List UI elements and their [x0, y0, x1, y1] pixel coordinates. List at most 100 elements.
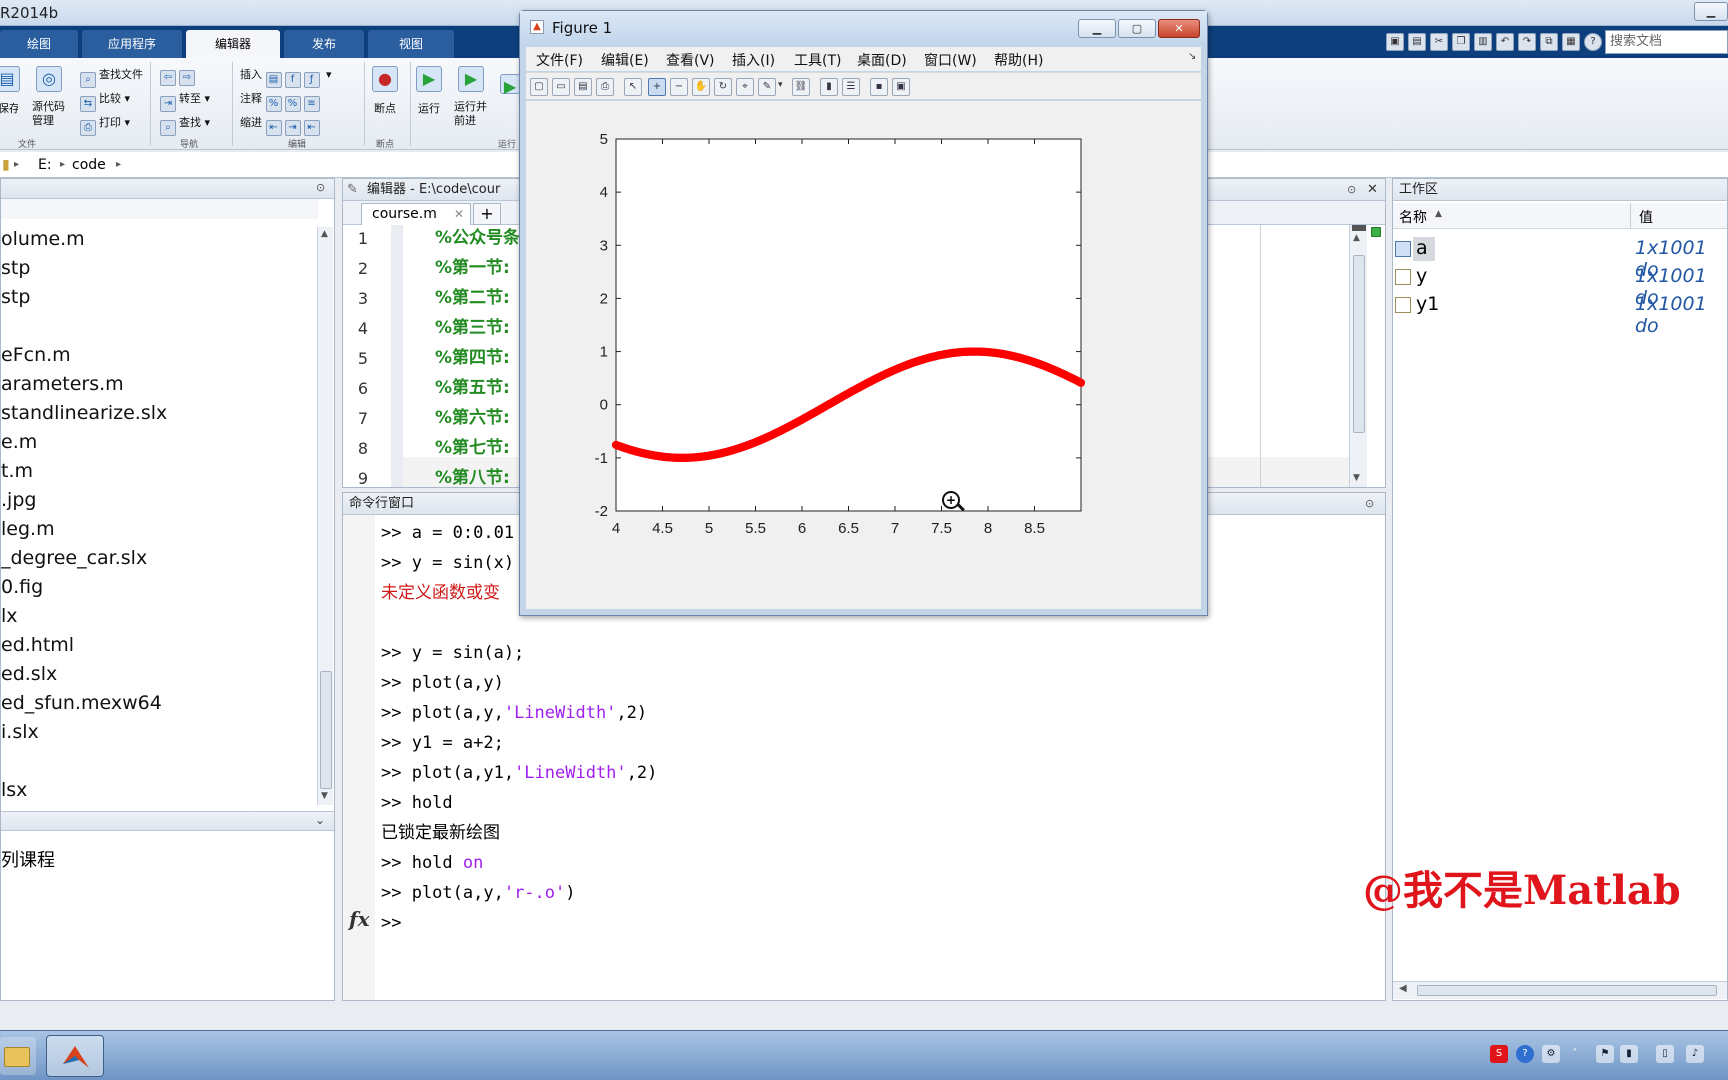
list-item[interactable]: i.slx [1, 721, 39, 743]
network-icon[interactable]: ▮ [1620, 1045, 1638, 1063]
flag-icon[interactable]: ⚑ [1596, 1045, 1614, 1063]
list-item[interactable]: _degree_car.slx [1, 547, 147, 569]
scroll-left-icon[interactable]: ◀ [1399, 983, 1407, 994]
undo-icon[interactable]: ↶ [1496, 33, 1514, 51]
save-label[interactable]: 保存 [0, 100, 18, 116]
scroll-up-icon[interactable]: ▲ [1353, 233, 1360, 243]
table-row[interactable]: y 1x1001 do [1393, 263, 1727, 309]
list-item[interactable]: stp [1, 286, 30, 308]
source-control-button[interactable]: 源代码 管理 [32, 100, 65, 128]
menu-window[interactable]: 窗口(W) [924, 50, 977, 70]
copy-icon[interactable]: ❐ [1452, 33, 1470, 51]
redo-icon[interactable]: ↷ [1518, 33, 1536, 51]
menu-file[interactable]: 文件(F) [536, 50, 583, 70]
paste-icon[interactable]: ▥ [1474, 33, 1492, 51]
list-item[interactable]: ed.slx [1, 663, 57, 685]
switch-windows-icon[interactable]: ⧉ [1540, 33, 1558, 51]
code-analyzer-status[interactable] [1371, 227, 1381, 237]
list-item[interactable]: stp [1, 257, 30, 279]
scroll-down-icon[interactable]: ▼ [1353, 473, 1360, 483]
tab-editor[interactable]: 编辑器 [186, 30, 280, 58]
list-item[interactable]: e.m [1, 431, 37, 453]
save-file-icon[interactable]: ▤ [0, 66, 20, 92]
file-list-scrollbar[interactable]: ▲ ▼ [317, 227, 333, 805]
close-icon[interactable]: ✕ [1367, 179, 1378, 201]
open-file-icon[interactable]: ▭ [552, 78, 570, 96]
figure-close-button[interactable]: ✕ [1158, 19, 1200, 38]
battery-icon[interactable]: ▯ [1656, 1045, 1674, 1063]
figure-title-bar[interactable]: ▲ Figure 1 ▁ ▢ ✕ [520, 11, 1207, 45]
fx-icon[interactable]: fx [349, 907, 370, 931]
breakpoints-button[interactable]: 断点 [374, 100, 396, 116]
figure-maximize-button[interactable]: ▢ [1118, 19, 1156, 38]
editor-scrollbar[interactable]: ▲ ▼ [1349, 225, 1367, 487]
app-minimize-button[interactable]: ▁ [1694, 2, 1728, 21]
scroll-up-icon[interactable]: ▲ [321, 229, 328, 239]
list-item[interactable]: ed_sfun.mexw64 [1, 692, 162, 714]
run-button[interactable]: 运行 [418, 100, 440, 116]
list-item[interactable]: eFcn.m [1, 344, 71, 366]
indent-button[interactable]: 缩进 ⇤ ⇥ ⇤ [240, 114, 323, 136]
rotate-3d-icon[interactable]: ↻ [714, 78, 732, 96]
panel-menu-icon[interactable]: ⊙ [316, 181, 325, 194]
help-icon[interactable]: ? [1584, 33, 1602, 51]
workspace-scroll-thumb[interactable] [1417, 985, 1717, 996]
run-advance-button[interactable]: 运行并 前进 [454, 100, 487, 128]
figure-minimize-button[interactable]: ▁ [1078, 19, 1116, 38]
search-documentation-input[interactable]: 搜索文档 [1605, 30, 1728, 54]
breakpoints-icon[interactable]: ● [372, 66, 398, 92]
panel-menu-icon[interactable]: ⊙ [1365, 493, 1374, 515]
list-item[interactable]: lsx [1, 779, 27, 801]
settings-tray-icon[interactable]: ⚙ [1542, 1045, 1560, 1063]
zoom-out-icon[interactable]: − [670, 78, 688, 96]
save-icon[interactable]: ▤ [1408, 33, 1426, 51]
run-icon[interactable]: ▶ [416, 66, 442, 92]
find-files-button[interactable]: ⌕ 查找文件 [80, 66, 143, 88]
matlab-taskbar-button[interactable] [46, 1035, 104, 1077]
input-method-icon[interactable]: S [1490, 1045, 1508, 1063]
cut-icon[interactable]: ✂ [1430, 33, 1448, 51]
brush-icon[interactable]: ✎ [758, 78, 776, 96]
file-list-scroll-thumb[interactable] [320, 671, 332, 789]
list-item[interactable]: standlinearize.slx [1, 402, 167, 424]
goto-button[interactable]: ⇥ 转至 ▾ [160, 90, 210, 112]
figure-canvas[interactable]: 4 4.5 5 5.5 6 6.5 7 7.5 8 8.5 -2 -1 0 1 2 3 4 5 + [526, 101, 1201, 609]
layout-icon[interactable]: ▦ [1562, 33, 1580, 51]
insert-legend-icon[interactable]: ☰ [842, 78, 860, 96]
hide-plot-tools-icon[interactable]: ▪ [870, 78, 888, 96]
tab-publish[interactable]: 发布 [284, 30, 364, 58]
menu-view[interactable]: 查看(V) [666, 50, 715, 70]
dock-arrow-icon[interactable]: ↘ [1188, 51, 1196, 62]
back-forward-buttons[interactable]: ⇦ ⇨ [160, 66, 198, 86]
column-name-header[interactable]: 名称 [1399, 207, 1427, 227]
list-item[interactable]: arameters.m [1, 373, 124, 395]
save-figure-icon[interactable]: ▤ [574, 78, 592, 96]
data-cursor-icon[interactable]: ⌖ [736, 78, 754, 96]
list-item[interactable]: leg.m [1, 518, 55, 540]
scroll-down-icon[interactable]: ▼ [321, 791, 328, 801]
find-button[interactable]: ⌕ 查找 ▾ [160, 114, 210, 136]
workspace-hscrollbar[interactable]: ◀ [1393, 981, 1727, 999]
compare-button[interactable]: ⇆ 比较 ▾ [80, 90, 130, 112]
run-section-icon[interactable]: ▶ [500, 74, 520, 96]
list-item[interactable]: lx [1, 605, 18, 627]
menu-desktop[interactable]: 桌面(D) [857, 50, 907, 70]
table-row[interactable]: a 1x1001 do [1393, 235, 1727, 281]
volume-icon[interactable]: ♪ [1686, 1045, 1704, 1063]
menu-edit[interactable]: 编辑(E) [601, 50, 649, 70]
folder-icon[interactable]: ▣ [1386, 33, 1404, 51]
tab-view[interactable]: 视图 [368, 30, 454, 58]
column-value-header[interactable]: 值 [1639, 207, 1653, 227]
plot-svg[interactable]: 4 4.5 5 5.5 6 6.5 7 7.5 8 8.5 -2 -1 0 1 2 3 4 5 [526, 101, 1201, 609]
print-button[interactable]: ⎙ 打印 ▾ [80, 114, 130, 136]
tab-course-m[interactable]: course.m ✕ [361, 203, 471, 225]
command-prompt[interactable]: >> [381, 910, 401, 937]
editor-scroll-thumb[interactable] [1353, 255, 1365, 433]
run-advance-icon[interactable]: ▶ [458, 66, 484, 92]
explorer-taskbar-button[interactable] [0, 1037, 36, 1075]
add-tab-button[interactable]: + [473, 203, 501, 225]
insert-colorbar-icon[interactable]: ▮ [820, 78, 838, 96]
list-item[interactable]: olume.m [1, 228, 85, 250]
list-item[interactable]: t.m [1, 460, 33, 482]
path-folder[interactable]: code [72, 152, 106, 178]
